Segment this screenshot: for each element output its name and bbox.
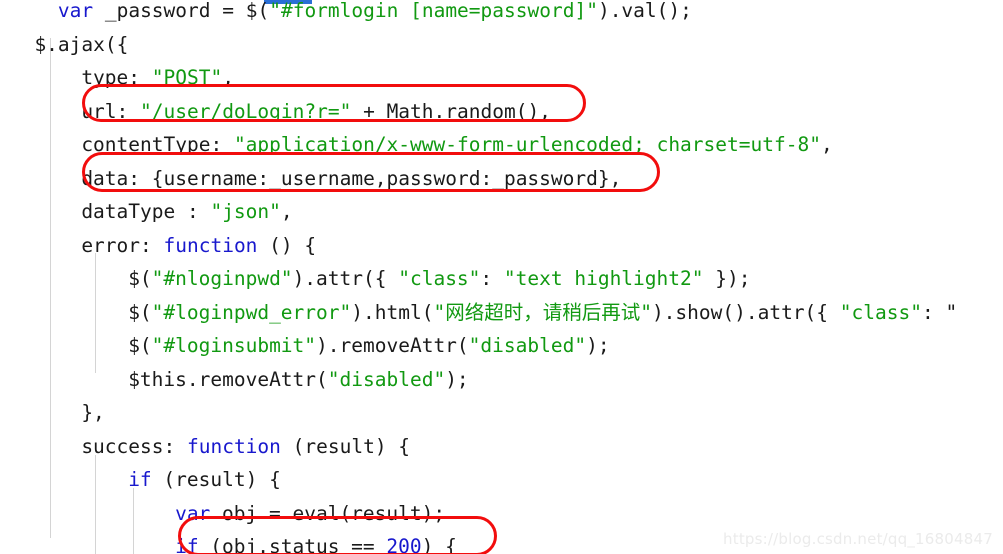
code-token: "POST" (151, 66, 223, 89)
code-line-text: $this.removeAttr("disabled"); (128, 363, 1003, 397)
code-token: url: (81, 99, 141, 123)
code-token: _password = $( (104, 0, 270, 22)
watermark-text: https://blog.csdn.net/qq_16804847 (723, 530, 993, 548)
code-line: success: function (result) { (0, 430, 1003, 464)
code-token: "#loginsubmit" (151, 334, 317, 357)
code-line-text: $("#loginpwd_error").html("网络超时，请稍后再试").… (128, 296, 1003, 330)
code-token: (result) { (280, 434, 411, 458)
code-token: ).html( (351, 300, 434, 324)
code-token: error: (81, 233, 164, 257)
code-line-text: error: function () { (81, 229, 1003, 263)
code-token: }); (703, 267, 751, 290)
code-line-text: }, (81, 396, 1003, 430)
code-token: ).show().attr({ (651, 300, 840, 324)
code-line: url: "/user/doLogin?r=" + Math.random(), (0, 95, 1003, 129)
code-token: $( (128, 267, 152, 290)
code-token: ).removeAttr( (316, 334, 469, 357)
code-line: type: "POST", (0, 61, 1003, 95)
code-token: $( (128, 300, 152, 324)
code-line: }, (0, 396, 1003, 430)
code-line: dataType : "json", (0, 195, 1003, 229)
code-line-text: success: function (result) { (81, 430, 1003, 464)
code-line: contentType: "application/x-www-form-url… (0, 128, 1003, 162)
code-token: + Math.random(), (351, 99, 551, 123)
code-token: $this.removeAttr( (128, 367, 328, 391)
code-line: $this.removeAttr("disabled"); (0, 363, 1003, 397)
code-token: function (186, 434, 281, 458)
code-token: "网络超时，请稍后再试" (433, 300, 652, 324)
code-line: var _password = $("#formlogin [name=pass… (0, 0, 1003, 28)
code-token: , (222, 66, 234, 89)
code-line-text: url: "/user/doLogin?r=" + Math.random(), (81, 95, 1003, 129)
code-line-text: var obj = eval(result); (175, 497, 1003, 531)
code-line-text: if (result) { (128, 463, 1003, 497)
code-token: var (175, 501, 223, 525)
code-line-text: data: {username:_username,password:_pass… (81, 162, 1003, 196)
code-line: var obj = eval(result); (0, 497, 1003, 531)
code-token: function (163, 233, 258, 257)
code-line: if (result) { (0, 463, 1003, 497)
code-line-text: type: "POST", (81, 61, 1003, 95)
code-token: : (480, 267, 504, 290)
code-token: "disabled" (327, 367, 446, 391)
code-line: $("#nloginpwd").attr({ "class": "text hi… (0, 262, 1003, 296)
code-line: $.ajax({ (0, 28, 1003, 62)
code-token: dataType : (81, 200, 211, 223)
code-token: (obj.status == (198, 535, 387, 554)
code-token: success: (81, 434, 187, 458)
code-token: ); (586, 334, 610, 357)
code-token: data: {username:_username,password:_pass… (81, 166, 622, 190)
code-line-text: dataType : "json", (81, 195, 1003, 229)
code-token: , (820, 133, 833, 156)
code-line-text: $("#loginsubmit").removeAttr("disabled")… (128, 329, 1003, 363)
code-line: data: {username:_username,password:_pass… (0, 162, 1003, 196)
code-token: ) { (421, 535, 457, 554)
code-token: "application/x-www-form-urlencoded; char… (233, 133, 821, 156)
code-editor-content[interactable]: var _password = $("#formlogin [name=pass… (0, 0, 1003, 554)
code-token: "/user/doLogin?r=" (140, 99, 352, 123)
code-token: "class" (839, 300, 922, 324)
code-token: type: (81, 66, 152, 89)
code-token: (result) { (151, 468, 281, 491)
code-token: "#formlogin [name=password]" (269, 0, 598, 22)
code-line: error: function () { (0, 229, 1003, 263)
code-line-text: contentType: "application/x-www-form-url… (81, 128, 1003, 162)
code-line: $("#loginsubmit").removeAttr("disabled")… (0, 329, 1003, 363)
code-token: ); (445, 367, 469, 391)
code-token: "#nloginpwd" (151, 267, 293, 290)
code-line-text: $("#nloginpwd").attr({ "class": "text hi… (128, 262, 1003, 296)
code-line: $("#loginpwd_error").html("网络超时，请稍后再试").… (0, 296, 1003, 330)
code-token: ).attr({ (292, 267, 399, 290)
code-token: () { (257, 233, 317, 257)
code-token: "text highlight2" (503, 267, 704, 290)
code-token: }, (81, 401, 105, 424)
code-token: "class" (398, 267, 481, 290)
code-token: var (57, 0, 105, 22)
code-token: ).val(); (597, 0, 692, 22)
code-token: "json" (210, 200, 281, 223)
code-token: if (175, 535, 199, 554)
code-token: contentType: (81, 133, 234, 156)
code-line-text: $.ajax({ (34, 28, 1003, 62)
code-line-text: var _password = $("#formlogin [name=pass… (58, 0, 1003, 28)
code-token: $( (128, 334, 152, 357)
code-token: "#loginpwd_error" (151, 300, 352, 324)
code-token: if (128, 468, 152, 491)
code-token: 200 (386, 535, 422, 554)
code-screenshot: var _password = $("#formlogin [name=pass… (0, 0, 1003, 554)
code-token: "disabled" (468, 334, 587, 357)
code-token: obj = eval(result); (222, 501, 446, 525)
code-token: : " (921, 300, 958, 324)
code-token: $.ajax({ (34, 32, 129, 56)
code-token: , (280, 200, 293, 223)
